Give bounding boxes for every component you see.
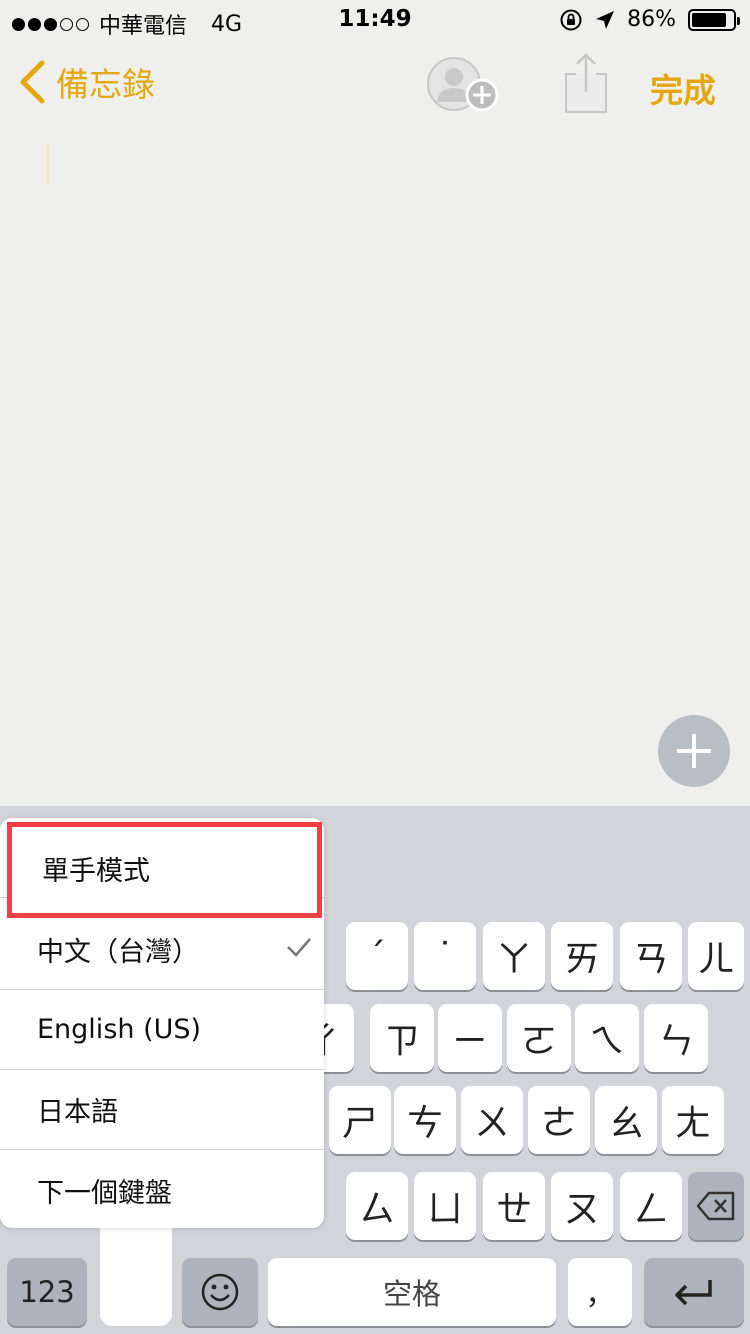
backspace-icon [696, 1191, 735, 1221]
back-label: 備忘錄 [56, 65, 155, 104]
key-yu[interactable]: ㄩ [414, 1172, 476, 1240]
highlight-box[interactable]: 單手模式 [7, 822, 322, 918]
key-ou[interactable]: ㄡ [551, 1172, 613, 1240]
add-person-icon[interactable] [426, 56, 500, 114]
menu-item-japanese[interactable]: 日本語 [0, 1070, 324, 1150]
key-ai[interactable]: ㄞ [551, 922, 613, 990]
key-ang[interactable]: ㄤ [662, 1086, 724, 1154]
key-a[interactable]: ㄚ [483, 922, 545, 990]
status-right: 86% [559, 7, 740, 32]
key-e[interactable]: ㄜ [528, 1086, 590, 1154]
checkmark-icon [287, 938, 311, 957]
chevron-left-icon [20, 60, 45, 104]
key-sh[interactable]: ㄕ [329, 1086, 391, 1154]
key-an[interactable]: ㄢ [620, 922, 682, 990]
battery-icon [688, 8, 740, 31]
key-s[interactable]: ㄙ [346, 1172, 408, 1240]
add-checklist-button[interactable] [658, 715, 730, 787]
key-ao[interactable]: ㄠ [595, 1086, 657, 1154]
navigation-bar: 備忘錄 完成 [0, 40, 750, 130]
key-c[interactable]: ㄘ [394, 1086, 456, 1154]
menu-item-chinese-taiwan[interactable]: 中文（台灣） [0, 910, 324, 990]
key-eh[interactable]: ㄝ [483, 1172, 545, 1240]
battery-percent: 86% [627, 7, 676, 32]
key-er[interactable]: ㄦ [688, 922, 744, 990]
plus-icon [677, 734, 711, 768]
share-icon[interactable] [560, 52, 612, 114]
space-key[interactable]: 空格 [268, 1258, 556, 1326]
highlighted-item-label: 單手模式 [42, 856, 150, 887]
key-u[interactable]: ㄨ [461, 1086, 523, 1154]
globe-key-popup-stem [100, 1220, 172, 1326]
menu-item-english-us[interactable]: English (US) [0, 990, 324, 1070]
status-bar: 中華電信 4G 11:49 86% [0, 0, 750, 40]
menu-item-label: English (US) [37, 1014, 202, 1045]
backspace-key[interactable] [688, 1172, 744, 1240]
done-button[interactable]: 完成 [650, 64, 716, 112]
numbers-key[interactable]: 123 [7, 1258, 87, 1326]
rotation-lock-icon [560, 9, 582, 30]
key-tone5[interactable]: ˙ [414, 922, 476, 990]
emoji-icon [201, 1273, 239, 1311]
text-cursor [47, 144, 49, 184]
key-o[interactable]: ㄛ [507, 1004, 571, 1072]
key-en[interactable]: ㄣ [644, 1004, 708, 1072]
menu-item-label: 下一個鍵盤 [37, 1177, 172, 1209]
key-z[interactable]: ㄗ [370, 1004, 434, 1072]
location-arrow-icon [596, 10, 615, 29]
key-i[interactable]: ㄧ [438, 1004, 502, 1072]
key-eng[interactable]: ㄥ [620, 1172, 682, 1240]
menu-item-label: 日本語 [37, 1097, 118, 1128]
menu-item-label: 中文（台灣） [37, 937, 199, 968]
back-button[interactable]: 備忘錄 [18, 58, 155, 106]
return-key[interactable] [644, 1258, 744, 1326]
emoji-key[interactable] [182, 1258, 258, 1326]
return-icon [675, 1280, 712, 1306]
key-tone2[interactable]: ˊ [346, 922, 408, 990]
comma-key[interactable]: ， [568, 1258, 632, 1326]
menu-item-next-keyboard[interactable]: 下一個鍵盤 [0, 1150, 324, 1230]
key-ei[interactable]: ㄟ [575, 1004, 639, 1072]
